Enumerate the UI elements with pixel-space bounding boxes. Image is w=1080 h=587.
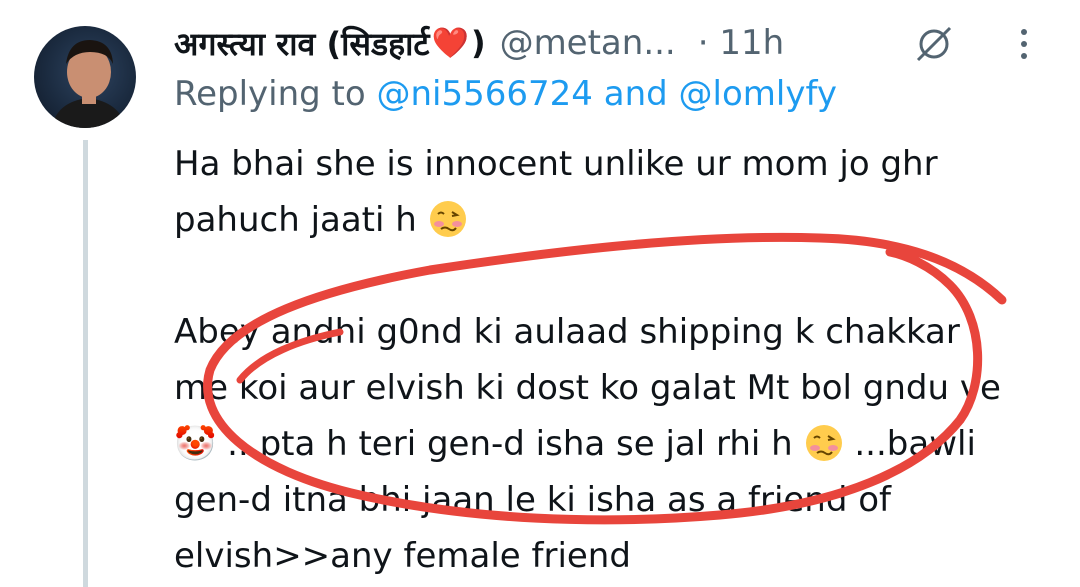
tweet-line: 🤡 ...pta h teri gen-d isha se jal rhi h … bbox=[174, 416, 1054, 472]
tweet-line: pahuch jaati h bbox=[174, 192, 1054, 248]
tweet-line: Abey andhi g0nd ki aulaad shipping k cha… bbox=[174, 312, 960, 352]
mention-joiner: and bbox=[592, 74, 679, 114]
mention-link[interactable]: @ni5566724 bbox=[377, 74, 593, 114]
tweet-card[interactable]: अगस्त्या राव (सिडहार्ट ❤️ ) @metan... · … bbox=[0, 0, 1080, 587]
tweet-header: अगस्त्या राव (सिडहार्ट ❤️ ) @metan... · … bbox=[174, 18, 784, 68]
tweet-line: elvish>>any female friend bbox=[174, 536, 631, 576]
mention-link[interactable]: @lomlyfy bbox=[679, 74, 837, 114]
tweet-line-text: pahuch jaati h bbox=[174, 200, 417, 240]
woozy-face-icon bbox=[805, 425, 842, 461]
avatar-portrait bbox=[52, 40, 126, 128]
avatar[interactable] bbox=[34, 26, 136, 128]
tweet-line: gen-d itna bhi jaan le ki isha as a frie… bbox=[174, 480, 892, 520]
woozy-face-icon bbox=[429, 201, 466, 237]
tweet-text: Ha bhai she is innocent unlike ur mom jo… bbox=[174, 136, 1054, 584]
more-vertical-icon[interactable] bbox=[1004, 22, 1044, 66]
replying-to: Replying to @ni5566724 and @lomlyfy bbox=[174, 74, 837, 114]
tweet-line-text: ...bawli bbox=[843, 424, 976, 464]
tweet-line-text: 🤡 ...pta h teri gen-d isha se jal rhi h bbox=[174, 424, 793, 464]
display-name[interactable]: अगस्त्या राव (सिडहार्ट bbox=[174, 22, 430, 65]
timestamp[interactable]: · 11h bbox=[698, 23, 784, 63]
thread-line bbox=[83, 140, 88, 587]
heart-emoji: ❤️ bbox=[431, 25, 469, 61]
tweet-line: me koi aur elvish ki dost ko galat Mt bo… bbox=[174, 368, 1001, 408]
no-edit-icon[interactable] bbox=[912, 22, 956, 66]
replying-to-label: Replying to bbox=[174, 74, 377, 114]
user-handle[interactable]: @metan... bbox=[500, 23, 676, 63]
tweet-line: Ha bhai she is innocent unlike ur mom jo… bbox=[174, 144, 938, 184]
display-name-suffix: ) bbox=[470, 24, 486, 62]
